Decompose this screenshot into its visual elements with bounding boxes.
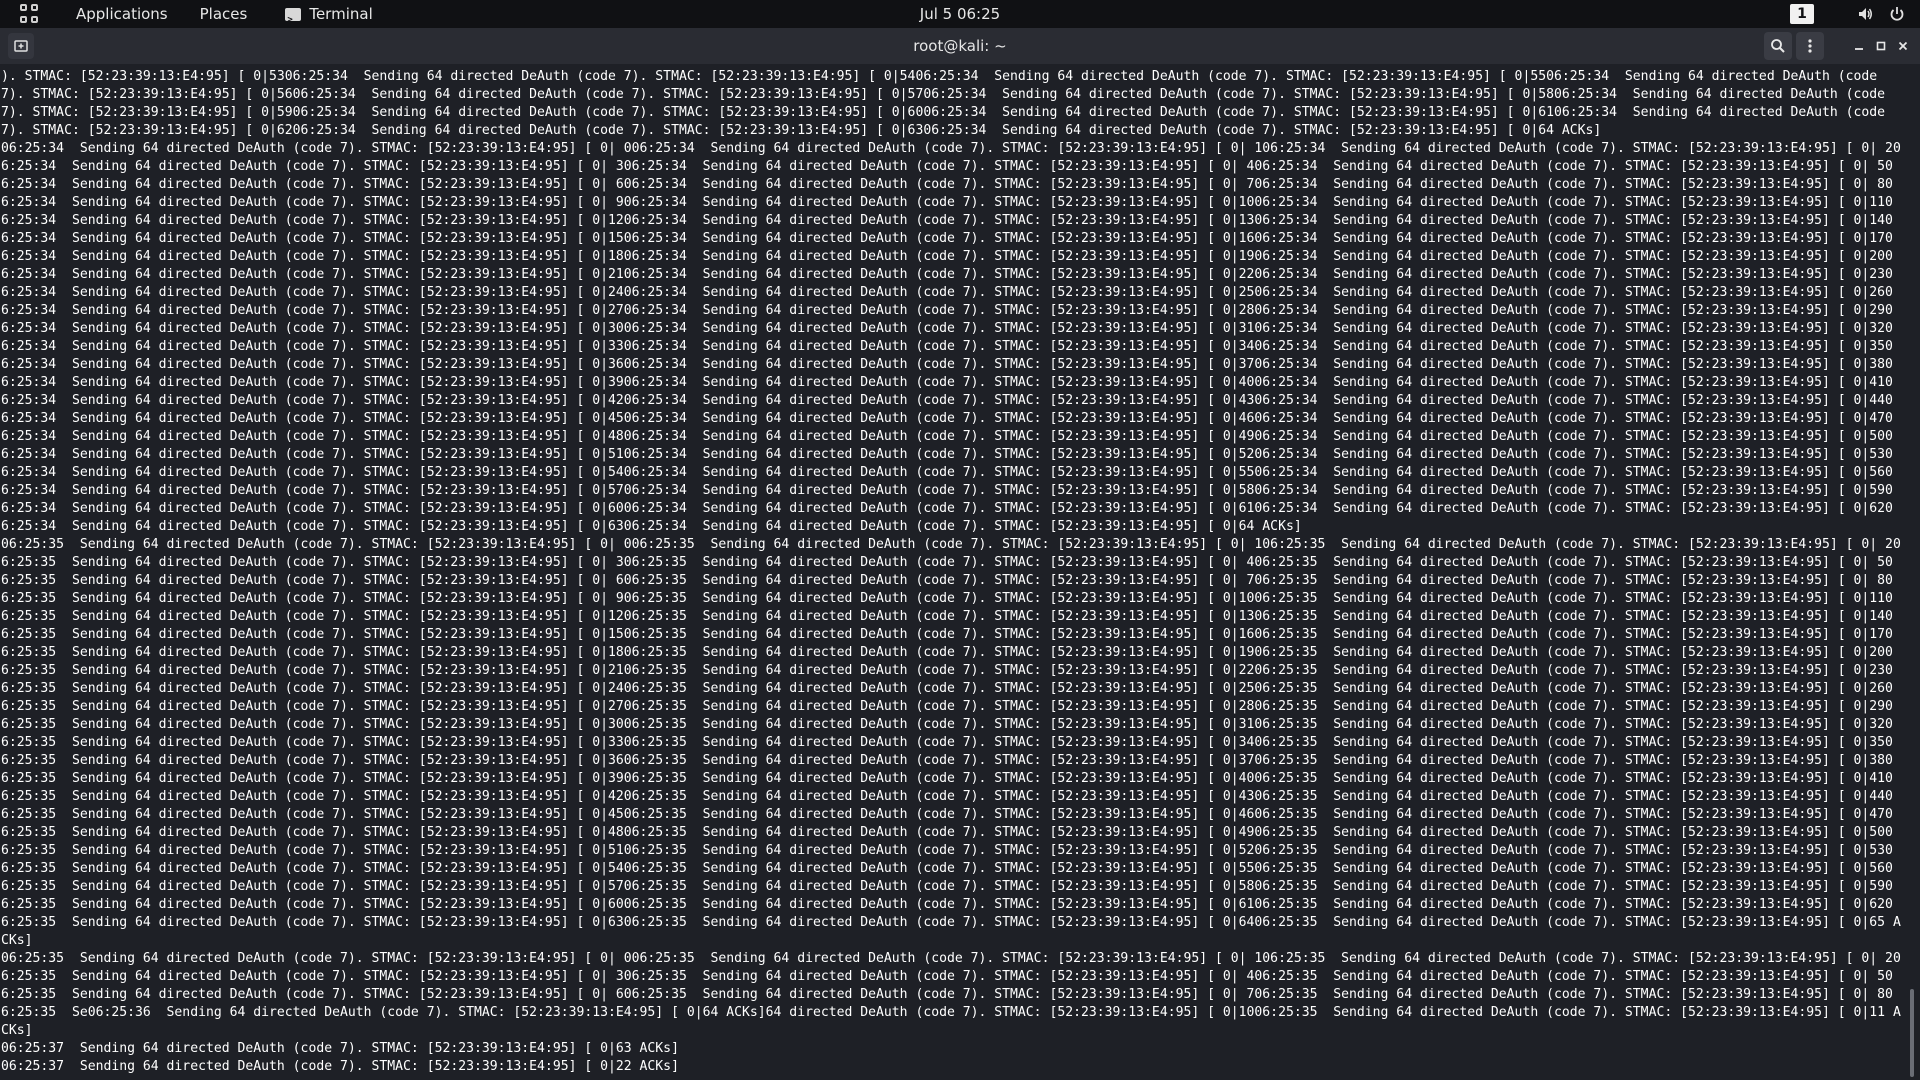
- new-tab-icon[interactable]: [8, 33, 34, 59]
- scrollbar-thumb[interactable]: [1910, 989, 1914, 1077]
- clock[interactable]: Jul 5 06:25: [920, 5, 1000, 23]
- power-icon[interactable]: [1886, 3, 1908, 25]
- terminal-scrollbar[interactable]: [1904, 64, 1920, 1080]
- places-menu[interactable]: Places: [194, 0, 254, 28]
- terminal-view[interactable]: ). STMAC: [52:23:39:13:E4:95] [ 0|5306:2…: [0, 64, 1904, 1080]
- kebab-menu-icon[interactable]: [1796, 32, 1824, 60]
- close-icon[interactable]: [1894, 37, 1912, 55]
- search-icon[interactable]: [1764, 32, 1792, 60]
- top-panel: Applications Places Terminal Jul 5 06:25…: [0, 0, 1920, 34]
- window-title: root@kali: ~: [913, 37, 1007, 55]
- terminal-app-label: Terminal: [309, 5, 373, 23]
- maximize-icon[interactable]: [1872, 37, 1890, 55]
- window-titlebar[interactable]: root@kali: ~: [0, 28, 1920, 64]
- applications-menu[interactable]: Applications: [70, 0, 174, 28]
- workspace-indicator[interactable]: 1: [1790, 4, 1814, 24]
- terminal-app-menu[interactable]: Terminal: [279, 0, 378, 34]
- terminal-output: ). STMAC: [52:23:39:13:E4:95] [ 0|5306:2…: [1, 69, 1901, 1074]
- apps-grid-icon[interactable]: [20, 4, 40, 24]
- minimize-icon[interactable]: [1850, 37, 1868, 55]
- terminal-icon: [285, 6, 302, 34]
- volume-icon[interactable]: [1854, 3, 1876, 25]
